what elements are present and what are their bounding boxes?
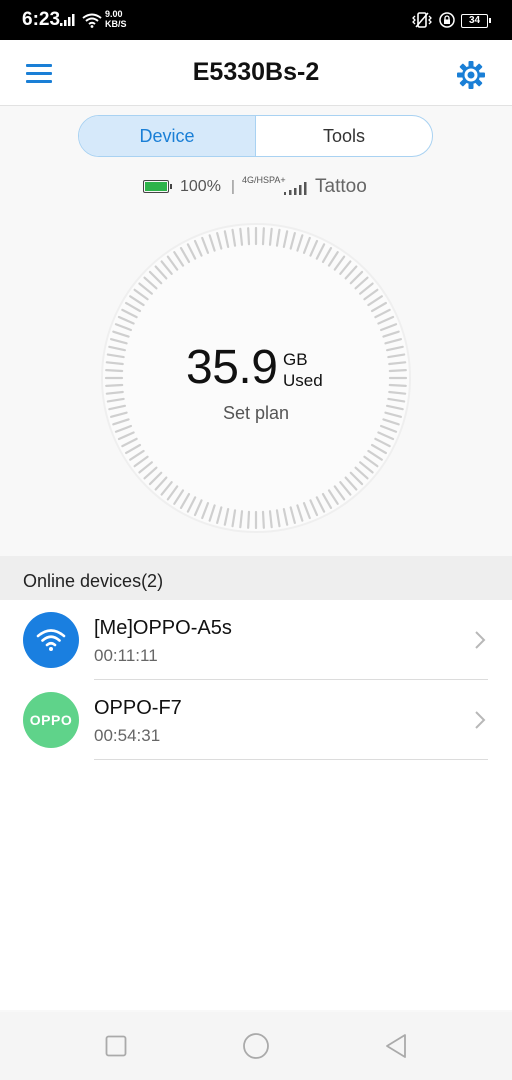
list-item[interactable]: OPPO OPPO-F7 00:54:31 bbox=[0, 680, 512, 760]
gauge-tick bbox=[247, 227, 251, 246]
usage-unit-gb: GB bbox=[283, 350, 308, 369]
cell-signal-icon bbox=[60, 14, 75, 26]
back-triangle-icon[interactable] bbox=[384, 1033, 408, 1059]
gauge-tick bbox=[105, 383, 124, 387]
battery-icon bbox=[143, 180, 172, 193]
gauge-tick bbox=[247, 510, 251, 529]
wifi-status-icon bbox=[82, 13, 102, 28]
online-devices-header: Online devices(2) bbox=[0, 556, 512, 600]
set-plan-link[interactable]: Set plan bbox=[0, 403, 512, 424]
gauge-tick bbox=[261, 227, 265, 246]
divider bbox=[94, 759, 488, 760]
battery-indicator: 34 bbox=[461, 14, 491, 28]
network-speed: 9.00 KB/S bbox=[105, 9, 127, 29]
gauge-tick bbox=[388, 369, 407, 373]
status-separator: | bbox=[231, 178, 235, 195]
status-time: 6:23 bbox=[22, 9, 61, 30]
battery-percent: 100% bbox=[180, 178, 221, 195]
app-bar: E5330Bs-2 bbox=[0, 40, 512, 106]
section-title: Online devices(2) bbox=[23, 571, 164, 591]
tab-switcher: Device Tools bbox=[78, 115, 433, 157]
status-bar: 6:23 9.00 KB/S 34 bbox=[0, 0, 512, 40]
system-nav-bar bbox=[0, 1012, 512, 1080]
oppo-logo-icon: OPPO bbox=[23, 692, 79, 748]
device-connected-time: 00:11:11 bbox=[94, 646, 158, 665]
page-title: E5330Bs-2 bbox=[192, 58, 320, 86]
gauge-tick bbox=[105, 369, 124, 373]
speed-value: 9.00 bbox=[105, 9, 123, 19]
device-name: [Me]OPPO-A5s bbox=[94, 617, 232, 639]
usage-label-used: Used bbox=[283, 371, 323, 390]
network-type: 4G/HSPA+ bbox=[242, 175, 286, 185]
tab-tools[interactable]: Tools bbox=[255, 116, 432, 156]
usage-value: 35.9 bbox=[186, 341, 278, 394]
wifi-icon bbox=[23, 612, 79, 668]
lock-icon bbox=[439, 12, 455, 28]
chevron-right-icon bbox=[475, 631, 486, 649]
device-name: OPPO-F7 bbox=[94, 697, 182, 719]
signal-strength-icon bbox=[284, 182, 307, 195]
chevron-right-icon bbox=[475, 711, 486, 729]
device-connected-time: 00:54:31 bbox=[94, 726, 161, 745]
home-circle-icon[interactable] bbox=[242, 1032, 270, 1060]
carrier-name: Tattoo bbox=[315, 176, 367, 197]
recents-square-icon[interactable] bbox=[105, 1035, 127, 1057]
usage-unit: GB Used bbox=[283, 349, 323, 391]
gear-icon[interactable] bbox=[456, 60, 486, 90]
tab-device[interactable]: Device bbox=[79, 116, 255, 156]
vibrate-icon bbox=[412, 12, 432, 28]
gauge-tick bbox=[261, 510, 265, 529]
device-status-line: 100% | 4G/HSPA+ Tattoo bbox=[0, 175, 512, 201]
device-list: [Me]OPPO-A5s 00:11:11 OPPO OPPO-F7 00:54… bbox=[0, 600, 512, 1010]
speed-unit: KB/S bbox=[105, 19, 127, 29]
gauge-tick bbox=[388, 383, 407, 387]
list-item[interactable]: [Me]OPPO-A5s 00:11:11 bbox=[0, 600, 512, 680]
